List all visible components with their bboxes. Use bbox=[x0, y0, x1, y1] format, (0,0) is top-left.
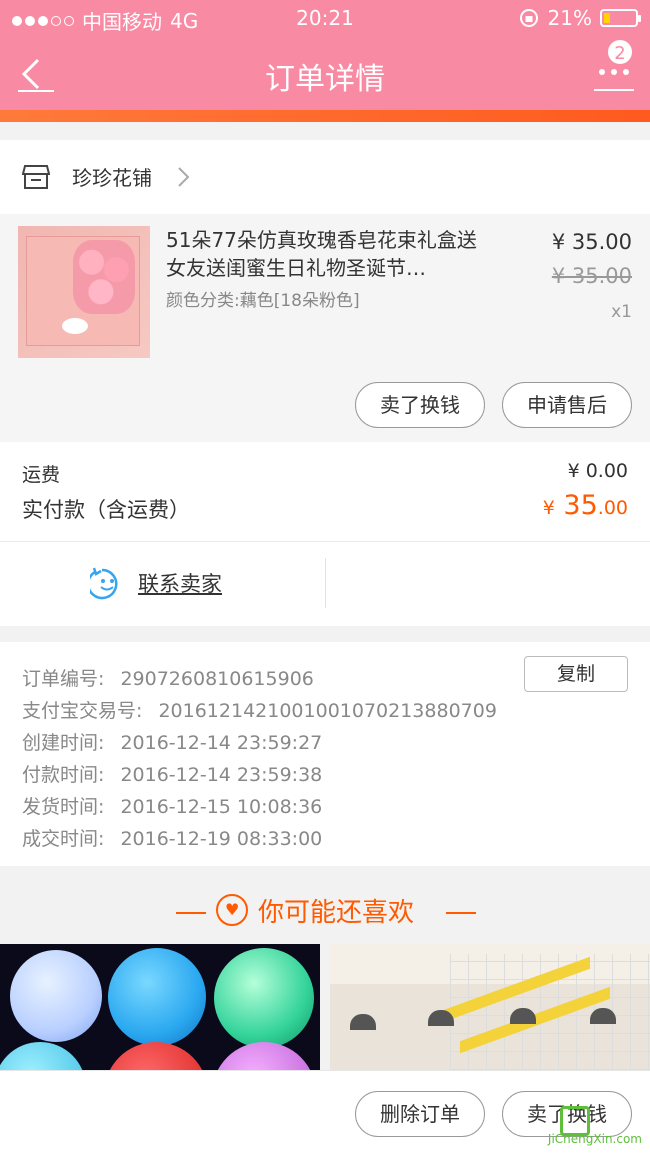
product-title[interactable]: 51朵77朵仿真玫瑰香皂花束礼盒送女友送闺蜜生日礼物圣诞节… bbox=[166, 226, 496, 282]
contact-row: 联系卖家 bbox=[0, 542, 650, 626]
shipping-value: ¥ 0.00 bbox=[567, 460, 628, 482]
watermark-text: JiChengXin.com bbox=[547, 1132, 642, 1146]
paid-decimal: .00 bbox=[597, 497, 628, 519]
status-bar: 中国移动 4G 20:21 21% bbox=[0, 0, 650, 36]
shipping-time-row: 发货时间: 2016-12-15 10:08:36 bbox=[22, 792, 322, 819]
info-value: 2016-12-14 23:59:38 bbox=[120, 764, 323, 786]
info-label: 订单编号: bbox=[22, 668, 105, 690]
created-time-row: 创建时间: 2016-12-14 23:59:27 bbox=[22, 728, 322, 755]
shop-name: 珍珍花铺 bbox=[72, 166, 152, 190]
delete-order-button[interactable]: 删除订单 bbox=[355, 1091, 485, 1137]
recommend-grid bbox=[0, 944, 650, 1070]
after-sales-button[interactable]: 申请售后 bbox=[502, 382, 632, 428]
fee-summary: 运费 ¥ 0.00 实付款（含运费） ¥ 35.00 bbox=[0, 442, 650, 542]
smile-chat-icon[interactable] bbox=[90, 566, 124, 600]
info-label: 付款时间: bbox=[22, 764, 105, 786]
decor-line-left bbox=[176, 912, 206, 914]
info-value: 2907260810615906 bbox=[120, 668, 314, 690]
sell-for-cash-button[interactable]: 卖了换钱 bbox=[355, 382, 485, 428]
info-value: 2016121421001001070213880709 bbox=[158, 700, 497, 722]
paid-integer: 35 bbox=[563, 490, 598, 521]
product-price: ¥ 35.00 bbox=[551, 230, 632, 254]
product-spec: 颜色分类:藕色[18朵粉色] bbox=[166, 291, 360, 311]
alipay-trade-row: 支付宝交易号: 2016121421001001070213880709 bbox=[22, 696, 497, 723]
shop-icon bbox=[22, 165, 50, 189]
deal-time-row: 成交时间: 2016-12-19 08:33:00 bbox=[22, 824, 322, 851]
info-label: 支付宝交易号: bbox=[22, 700, 143, 722]
heart-icon: ♥ bbox=[216, 894, 248, 926]
battery-icon bbox=[600, 9, 641, 27]
chevron-right-icon bbox=[178, 167, 190, 187]
product-quantity: x1 bbox=[611, 302, 632, 322]
product-image[interactable] bbox=[18, 226, 150, 358]
info-label: 创建时间: bbox=[22, 732, 105, 754]
info-label: 发货时间: bbox=[22, 796, 105, 818]
info-value: 2016-12-15 10:08:36 bbox=[120, 796, 323, 818]
battery-percent: 21% bbox=[547, 6, 592, 30]
decor-line-right bbox=[446, 912, 476, 914]
accent-bar bbox=[0, 110, 650, 122]
shipping-label: 运费 bbox=[22, 464, 61, 486]
contact-seller-link[interactable]: 联系卖家 bbox=[138, 568, 222, 598]
copy-button[interactable]: 复制 bbox=[524, 656, 628, 692]
recommend-item-interior[interactable] bbox=[330, 944, 650, 1070]
recommend-title: 你可能还喜欢 bbox=[258, 898, 415, 928]
order-info: 复制 订单编号: 2907260810615906 支付宝交易号: 201612… bbox=[0, 642, 650, 866]
paid-currency: ¥ bbox=[542, 497, 555, 519]
info-label: 成交时间: bbox=[22, 828, 105, 850]
recommend-header: ♥ 你可能还喜欢 bbox=[0, 866, 650, 944]
order-number-row: 订单编号: 2907260810615906 bbox=[22, 664, 314, 691]
shop-row[interactable]: 珍珍花铺 bbox=[0, 140, 650, 214]
recommend-item-balloons[interactable] bbox=[0, 944, 320, 1070]
info-value: 2016-12-14 23:59:27 bbox=[120, 732, 323, 754]
more-icon[interactable] bbox=[592, 58, 636, 94]
product-original-price: ¥ 35.00 bbox=[551, 264, 632, 288]
product-item[interactable]: 51朵77朵仿真玫瑰香皂花束礼盒送女友送闺蜜生日礼物圣诞节… 颜色分类:藕色[1… bbox=[0, 214, 650, 442]
page-title: 订单详情 bbox=[265, 62, 385, 97]
divider bbox=[325, 558, 326, 608]
nav-bar: 订单详情 2 bbox=[0, 36, 650, 110]
info-value: 2016-12-19 08:33:00 bbox=[120, 828, 323, 850]
paid-amount: ¥ 35.00 bbox=[543, 490, 628, 521]
payment-time-row: 付款时间: 2016-12-14 23:59:38 bbox=[22, 760, 322, 787]
bottom-action-bar: 删除订单 卖了换钱 JiChengXin.com bbox=[0, 1070, 650, 1156]
rotation-lock-icon bbox=[519, 9, 538, 27]
paid-label: 实付款（含运费） bbox=[22, 498, 190, 522]
